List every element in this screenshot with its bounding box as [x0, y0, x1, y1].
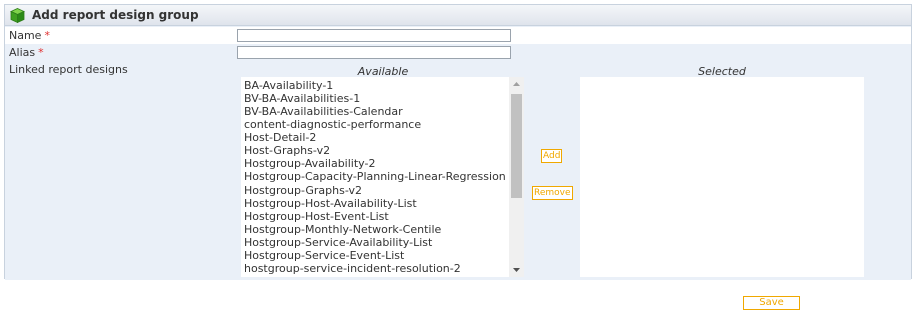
list-item[interactable]: Hostgroup-Availability-2: [244, 157, 507, 170]
alias-row: Alias *: [5, 44, 911, 61]
scrollbar-thumb[interactable]: [511, 94, 522, 198]
list-item[interactable]: Hostgroup-Service-Event-List: [244, 249, 507, 262]
available-items: BA-Availability-1 BV-BA-Availabilities-1 B…: [244, 79, 507, 275]
linked-designs-row: Linked report designs Available Selected…: [5, 61, 911, 280]
selected-list[interactable]: [580, 77, 864, 277]
required-mark: *: [44, 29, 50, 42]
list-item[interactable]: content-diagnostic-performance: [244, 118, 507, 131]
alias-label: Alias *: [9, 46, 44, 59]
green-cube-icon: [10, 8, 25, 23]
remove-button[interactable]: Remove: [532, 186, 573, 200]
list-item[interactable]: Hostgroup-Service-Availability-List: [244, 236, 507, 249]
add-button[interactable]: Add: [541, 149, 563, 163]
alias-input[interactable]: [237, 46, 511, 59]
form-panel: Add report design group Name * Alias * Lin…: [4, 4, 912, 280]
name-label: Name *: [9, 29, 50, 42]
list-item[interactable]: BA-Availability-1: [244, 79, 507, 92]
list-item[interactable]: Host-Detail-2: [244, 131, 507, 144]
list-item[interactable]: Host-Graphs-v2: [244, 144, 507, 157]
name-input[interactable]: [237, 29, 511, 42]
scroll-up-arrow-icon[interactable]: [509, 78, 524, 91]
list-item[interactable]: hostgroup-service-incident-resolution-2: [244, 262, 507, 275]
save-button[interactable]: Save: [743, 296, 800, 310]
form-header: Add report design group: [5, 5, 911, 26]
list-item[interactable]: Hostgroup-Host-Availability-List: [244, 197, 507, 210]
name-row: Name *: [5, 27, 911, 44]
list-item[interactable]: Hostgroup-Graphs-v2: [244, 184, 507, 197]
list-item[interactable]: Hostgroup-Monthly-Network-Centile: [244, 223, 507, 236]
linked-designs-label: Linked report designs: [9, 63, 128, 76]
available-list[interactable]: BA-Availability-1 BV-BA-Availabilities-1 B…: [241, 77, 524, 277]
scroll-down-arrow-icon[interactable]: [509, 263, 524, 276]
required-mark: *: [38, 46, 44, 59]
list-item[interactable]: BV-BA-Availabilities-Calendar: [244, 105, 507, 118]
list-item[interactable]: Hostgroup-Host-Event-List: [244, 210, 507, 223]
list-item[interactable]: Hostgroup-Capacity-Planning-Linear-Regre…: [244, 170, 507, 183]
available-scrollbar[interactable]: [509, 77, 524, 277]
list-item[interactable]: BV-BA-Availabilities-1: [244, 92, 507, 105]
page-title: Add report design group: [32, 8, 199, 22]
